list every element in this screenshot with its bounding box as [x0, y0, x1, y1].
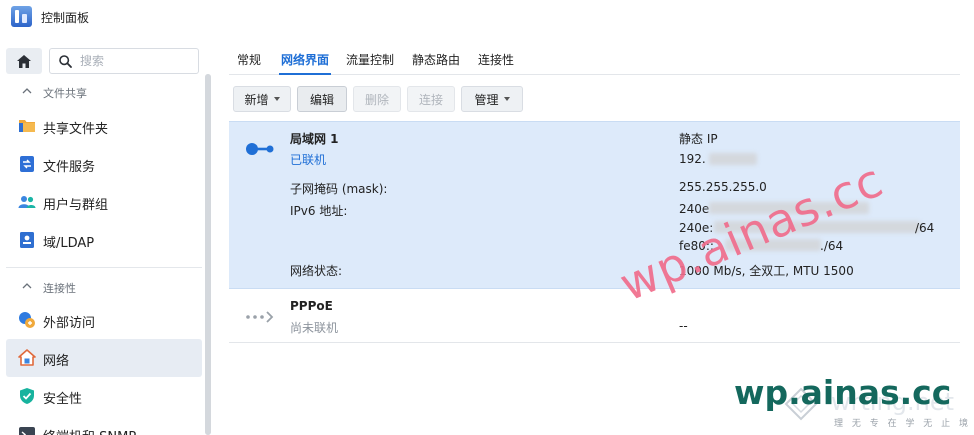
sidebar-item-label: 外部访问 [43, 316, 96, 331]
interface-name: 局域网 1 [290, 132, 339, 146]
sidebar-item-label: 安全性 [43, 392, 83, 407]
sidebar-item-label: 终端机和 SNMP [43, 426, 136, 435]
group-connectivity[interactable]: 连接性 [0, 277, 200, 299]
title-bar: 控制面板 [0, 0, 974, 34]
shield-icon [20, 388, 34, 404]
sidebar-item-label: 域/LDAP [43, 236, 95, 251]
external-access-icon [19, 312, 35, 328]
connect-button[interactable]: 连接 [407, 86, 455, 112]
window-title: 控制面板 [41, 11, 90, 25]
edit-button[interactable]: 编辑 [297, 86, 347, 112]
scrollbar-thumb[interactable] [205, 74, 211, 435]
ipv6-label: IPv6 地址: [290, 204, 348, 218]
network-house-icon [18, 349, 36, 366]
interface-status: 已联机 [290, 153, 327, 167]
group-file-sharing[interactable]: 文件共享 [0, 82, 200, 104]
domain-ldap-icon [20, 232, 34, 248]
home-button[interactable] [6, 48, 42, 74]
search-input[interactable] [78, 52, 188, 70]
connected-icon [246, 143, 274, 155]
sidebar-item-label: 网络 [43, 354, 70, 369]
sidebar-item-terminal-snmp[interactable]: 终端机和 SNMP [6, 415, 202, 435]
delete-button[interactable]: 删除 [353, 86, 401, 112]
sidebar-item-security[interactable]: 安全性 [6, 377, 202, 415]
connect-button-label: 连接 [418, 92, 443, 107]
tab-bar: 常规 网络界面 流量控制 静态路由 连接性 [229, 34, 960, 75]
ip-address: 192. [679, 152, 706, 166]
chevron-up-icon [22, 88, 32, 94]
sidebar-item-external-access[interactable]: 外部访问 [6, 301, 202, 339]
mask-label: 子网掩码 (mask): [290, 182, 388, 196]
folder-icon [19, 120, 35, 132]
sidebar-item-shared-folder[interactable]: 共享文件夹 [6, 107, 202, 145]
tab-connectivity[interactable]: 连接性 [478, 51, 514, 68]
active-tab-indicator [279, 73, 331, 75]
disconnected-icon [246, 311, 274, 323]
sidebar-divider [6, 267, 202, 268]
net-status-label: 网络状态: [290, 264, 343, 278]
ipv6-suffix-2: /64 [915, 221, 935, 235]
terminal-icon [19, 427, 35, 435]
toolbar: 新增 编辑 删除 连接 管理 [229, 86, 960, 112]
manage-button[interactable]: 管理 [461, 86, 523, 112]
search-icon [59, 55, 72, 68]
manage-button-label: 管理 [474, 92, 499, 107]
file-service-icon [20, 156, 34, 172]
caret-down-icon [273, 97, 280, 101]
create-button[interactable]: 新增 [233, 86, 291, 112]
caret-down-icon [503, 97, 510, 101]
users-icon [18, 196, 36, 208]
watermark-green: wp.ainas.cc [734, 373, 952, 412]
ip-type: 静态 IP [679, 132, 718, 146]
pppoe-value: -- [679, 319, 688, 333]
group-label: 连接性 [43, 282, 76, 295]
tab-network-interface[interactable]: 网络界面 [281, 51, 329, 68]
sidebar-item-label: 文件服务 [43, 160, 96, 175]
sidebar-scrollbar[interactable] [205, 74, 211, 435]
search-box[interactable] [49, 48, 199, 74]
edit-button-label: 编辑 [309, 92, 334, 107]
tab-traffic-control[interactable]: 流量控制 [346, 51, 394, 68]
sidebar-item-label: 共享文件夹 [43, 122, 109, 137]
sidebar-item-network[interactable]: 网络 [6, 339, 202, 377]
tab-general[interactable]: 常规 [237, 51, 261, 68]
chevron-up-icon [22, 283, 32, 289]
mask-value: 255.255.255.0 [679, 180, 767, 194]
redacted-ip [709, 153, 757, 165]
sidebar-item-domain-ldap[interactable]: 域/LDAP [6, 221, 202, 259]
sidebar-item-label: 用户与群组 [43, 198, 109, 213]
interface-name: PPPoE [290, 299, 333, 313]
delete-button-label: 删除 [364, 92, 389, 107]
sidebar: 文件共享 共享文件夹 文件服务 用户与群组 域/LDAP [0, 34, 215, 435]
group-label: 文件共享 [43, 87, 87, 100]
interface-status: 尚未联机 [290, 321, 339, 335]
sidebar-item-file-service[interactable]: 文件服务 [6, 145, 202, 183]
ipv6-address-1: 240e [679, 202, 710, 216]
tab-static-route[interactable]: 静态路由 [412, 51, 460, 68]
sidebar-item-users-groups[interactable]: 用户与群组 [6, 183, 202, 221]
watermark-slogan: 理 无 专 在 学 无 止 境 [834, 419, 972, 429]
create-button-label: 新增 [244, 92, 269, 107]
home-icon [17, 54, 31, 68]
interface-row-pppoe[interactable]: PPPoE 尚未联机 -- [229, 290, 960, 343]
control-panel-icon [11, 6, 32, 27]
ipv6-suffix-3: ./64 [820, 239, 844, 253]
